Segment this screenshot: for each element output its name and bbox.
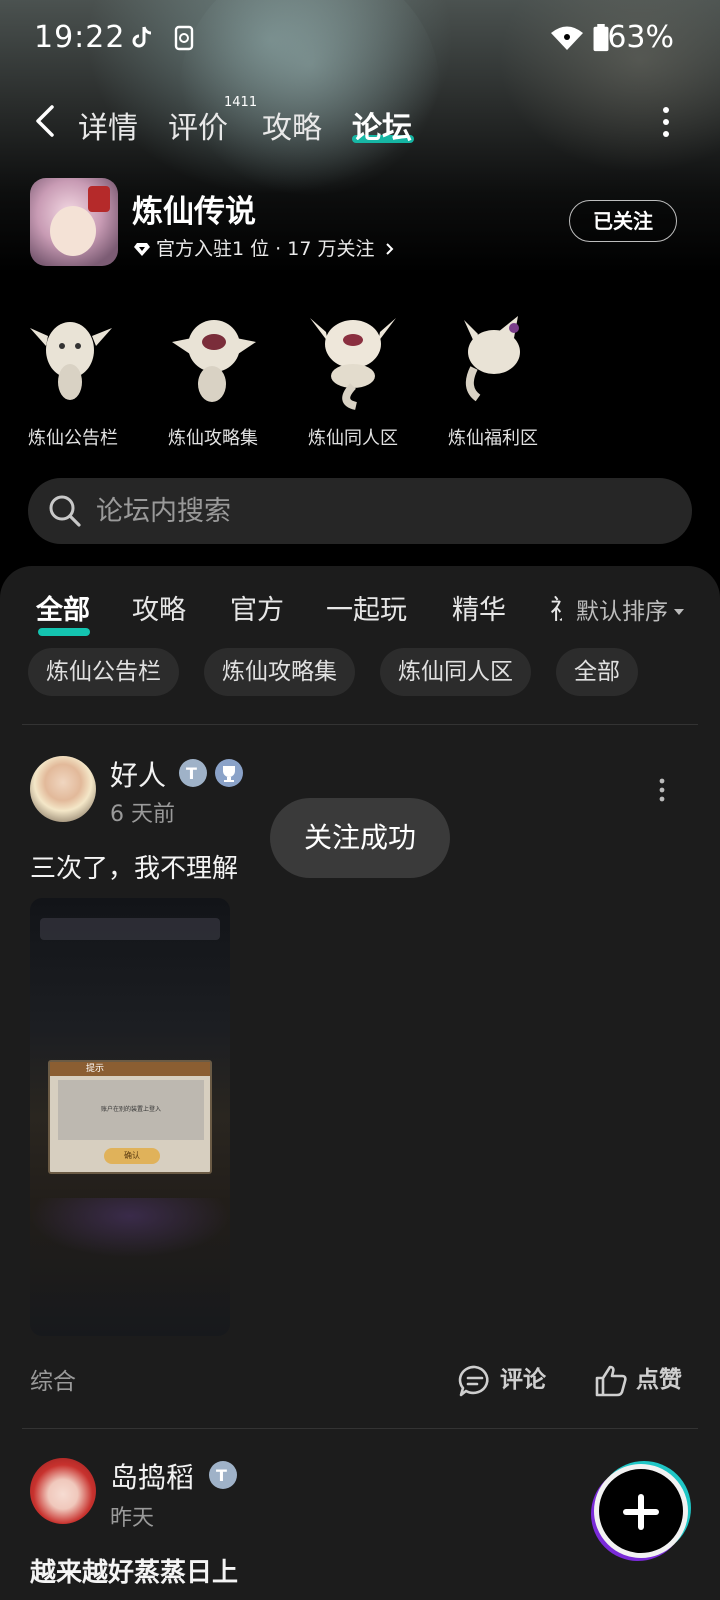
diamond-icon bbox=[134, 243, 150, 256]
game-title: 炼仙传说 bbox=[132, 194, 256, 230]
divider bbox=[22, 724, 698, 725]
battery-percent: 63% bbox=[607, 20, 674, 55]
filter-tabs: 全部 攻略 官方 一起玩 精华 视 默认排序 bbox=[0, 586, 720, 640]
tab-forum[interactable]: 论坛 bbox=[352, 103, 412, 147]
chip-all[interactable]: 全部 bbox=[556, 648, 638, 696]
wifi-icon bbox=[551, 26, 583, 50]
filter-tab-featured[interactable]: 精华 bbox=[452, 588, 506, 627]
post-image[interactable]: 提示 账户在别的装置上登入 确认 bbox=[30, 898, 230, 1336]
post-author[interactable]: 岛捣稻 bbox=[110, 1456, 194, 1496]
post-footer: 综合 评论 点赞 bbox=[0, 1360, 720, 1400]
screenshot-dialog: 提示 账户在别的装置上登入 确认 bbox=[48, 1060, 212, 1174]
review-count: 1411 bbox=[224, 95, 258, 110]
level-badge-icon: T bbox=[209, 1461, 237, 1489]
filter-tab-guides[interactable]: 攻略 bbox=[132, 588, 186, 627]
like-button[interactable]: 点赞 bbox=[594, 1360, 682, 1400]
search-icon bbox=[49, 495, 81, 527]
filter-tab-indicator bbox=[38, 628, 90, 636]
post-content[interactable]: 越来越好蒸蒸日上 bbox=[30, 1552, 238, 1589]
avatar[interactable] bbox=[30, 756, 96, 822]
chip-fanart[interactable]: 炼仙同人区 bbox=[380, 648, 531, 696]
game-meta-text: 官方入驻1 位 · 17 万关注 bbox=[156, 238, 375, 260]
dialog-confirm-button: 确认 bbox=[104, 1148, 160, 1164]
tab-details[interactable]: 详情 bbox=[78, 103, 138, 147]
chip-announcement[interactable]: 炼仙公告栏 bbox=[28, 648, 179, 696]
post-more-icon[interactable] bbox=[658, 778, 666, 802]
top-nav: 详情 评价 1411 攻略 论坛 bbox=[0, 95, 720, 151]
svg-text:T: T bbox=[216, 1466, 227, 1485]
post-author[interactable]: 好人 bbox=[110, 754, 166, 794]
trophy-badge-icon bbox=[215, 759, 243, 787]
clock: 19:22 bbox=[34, 20, 126, 55]
follow-button[interactable]: 已关注 bbox=[569, 200, 677, 242]
status-bar: 19:22 63% bbox=[0, 0, 720, 80]
toast-message: 关注成功 bbox=[270, 798, 450, 878]
search-input[interactable] bbox=[96, 490, 656, 532]
back-arrow-icon[interactable] bbox=[30, 101, 60, 141]
filter-tab-play-together[interactable]: 一起玩 bbox=[326, 588, 407, 627]
sort-dropdown[interactable]: 默认排序 bbox=[566, 592, 684, 626]
board-list: 炼仙公告栏 炼仙攻略集 炼仙同人区 炼仙福利区 bbox=[0, 302, 720, 452]
chevron-right-icon bbox=[385, 243, 393, 255]
post-time: 昨天 bbox=[110, 1506, 155, 1531]
dialog-title: 提示 bbox=[50, 1062, 210, 1076]
more-options-icon[interactable] bbox=[660, 105, 672, 139]
level-badge-icon: T bbox=[179, 759, 207, 787]
mascot-fanart-icon bbox=[310, 318, 396, 410]
new-post-button[interactable] bbox=[594, 1464, 688, 1558]
phone-sync-icon bbox=[174, 25, 194, 51]
comment-label: 评论 bbox=[500, 1367, 546, 1393]
mascot-announcement-icon bbox=[30, 322, 112, 400]
post-category[interactable]: 综合 bbox=[30, 1362, 76, 1396]
filter-tab-all[interactable]: 全部 bbox=[36, 588, 90, 627]
like-label: 点赞 bbox=[636, 1367, 682, 1393]
board-announcement[interactable]: 炼仙公告栏 bbox=[8, 302, 138, 450]
forum-search[interactable] bbox=[28, 478, 692, 544]
comment-button[interactable]: 评论 bbox=[458, 1360, 546, 1400]
sort-label: 默认排序 bbox=[576, 599, 668, 625]
tab-guides[interactable]: 攻略 bbox=[262, 103, 322, 147]
svg-text:T: T bbox=[186, 764, 197, 783]
board-fanart[interactable]: 炼仙同人区 bbox=[288, 302, 418, 450]
game-meta[interactable]: 官方入驻1 位 · 17 万关注 bbox=[134, 234, 395, 261]
post-time: 6 天前 bbox=[110, 802, 175, 827]
game-icon[interactable] bbox=[30, 178, 118, 266]
comment-icon bbox=[458, 1365, 489, 1396]
divider bbox=[22, 1428, 698, 1429]
caret-down-icon bbox=[674, 609, 684, 615]
tab-reviews[interactable]: 评价 bbox=[168, 103, 228, 147]
board-guides[interactable]: 炼仙攻略集 bbox=[148, 302, 278, 450]
filter-tab-video[interactable]: 视 bbox=[550, 588, 562, 627]
mascot-guides-icon bbox=[172, 320, 256, 402]
chip-guides[interactable]: 炼仙攻略集 bbox=[204, 648, 355, 696]
tiktok-icon bbox=[132, 26, 152, 48]
post-content[interactable]: 三次了，我不理解 bbox=[30, 848, 238, 885]
mascot-welfare-icon bbox=[464, 316, 520, 402]
board-welfare[interactable]: 炼仙福利区 bbox=[428, 302, 558, 450]
thumbs-up-icon bbox=[595, 1365, 627, 1396]
avatar[interactable] bbox=[30, 1458, 96, 1524]
dialog-message: 账户在别的装置上登入 bbox=[58, 1080, 204, 1140]
filter-tab-official[interactable]: 官方 bbox=[230, 588, 284, 627]
